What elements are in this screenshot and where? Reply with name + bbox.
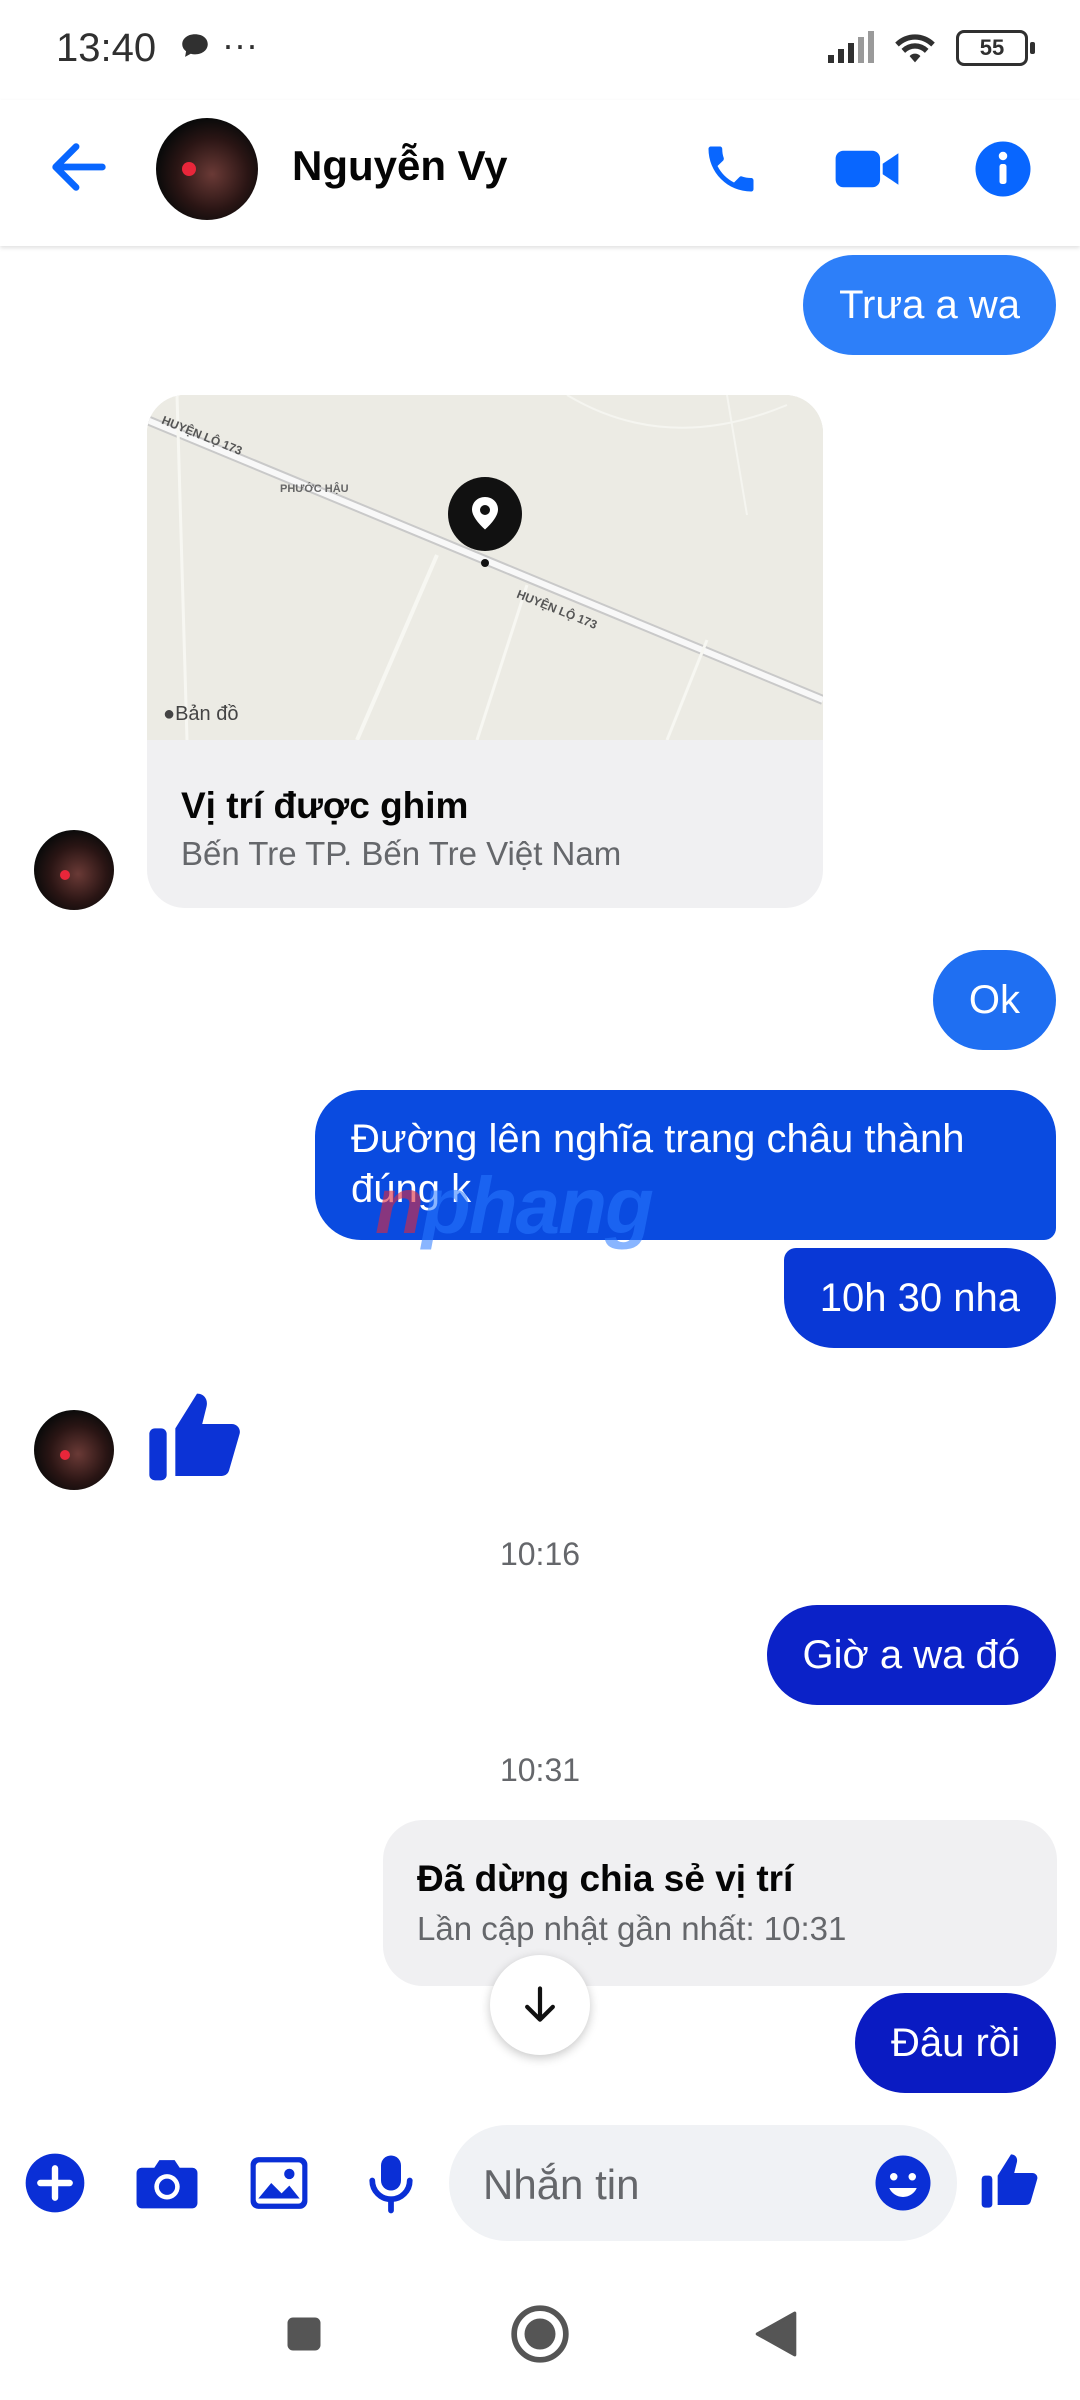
contact-name[interactable]: Nguyễn Vy [292, 142, 508, 190]
thumbs-up-send-icon[interactable] [976, 2146, 1046, 2216]
timestamp: 10:31 [499, 1752, 581, 1788]
back-arrow-icon[interactable] [44, 132, 114, 207]
message-bubble-sent[interactable]: Đâu rồi [855, 1993, 1056, 2093]
status-time: 13:40 [56, 26, 157, 70]
contact-avatar-small[interactable] [34, 1410, 114, 1490]
more-notifications-dots: ··· [222, 24, 258, 65]
thumbs-up-icon[interactable] [145, 1385, 249, 1494]
message-input-placeholder: Nhắn tin [483, 2161, 640, 2208]
map-preview[interactable]: HUYỆN LỘ 173 HUYỆN LỘ 173 PHƯỚC HẬU ●Bản… [147, 395, 823, 740]
apple-logo-icon: ● [163, 703, 176, 725]
message-bubble-sent[interactable]: Trưa a wa [803, 255, 1056, 355]
message-input[interactable]: Nhắn tin [449, 2125, 957, 2241]
wifi-icon [895, 34, 935, 63]
pinned-location-card[interactable]: HUYỆN LỘ 173 HUYỆN LỘ 173 PHƯỚC HẬU ●Bản… [147, 395, 823, 908]
watermark: nphang [375, 1161, 654, 1250]
message-bubble-sent[interactable]: Giờ a wa đó [766, 1605, 1056, 1705]
gallery-icon[interactable] [244, 2148, 314, 2218]
message-bubble-sent[interactable]: Ok [932, 950, 1056, 1050]
map-place-label: PHƯỚC HẬU [280, 483, 349, 495]
home-button[interactable] [500, 2294, 580, 2374]
timestamp: 10:16 [499, 1536, 581, 1572]
sharing-card-title: Đã dừng chia sẻ vị trí [417, 1858, 794, 1899]
status-icons: 55 [826, 30, 1035, 66]
location-pin-icon [445, 477, 525, 574]
phone-call-icon[interactable] [696, 134, 766, 204]
location-sharing-stopped-card[interactable]: Đã dừng chia sẻ vị trí Lần cập nhật gần … [383, 1820, 1057, 1986]
video-call-icon[interactable] [832, 134, 902, 204]
camera-icon[interactable] [132, 2148, 202, 2218]
battery-indicator: 55 [956, 30, 1035, 66]
back-button[interactable] [736, 2294, 816, 2374]
map-attribution: ●Bản đồ [163, 703, 239, 725]
sharing-card-subtitle: Lần cập nhật gần nhất: 10:31 [417, 1910, 847, 1947]
microphone-icon[interactable] [356, 2148, 426, 2218]
message-text-line: Đường lên nghĩa trang châu thành [351, 1117, 965, 1161]
info-icon[interactable] [968, 134, 1038, 204]
emoji-icon[interactable] [873, 2153, 933, 2218]
recent-apps-button[interactable] [264, 2294, 344, 2374]
map-card-subtitle: Bến Tre TP. Bến Tre Việt Nam [181, 835, 622, 872]
map-card-title: Vị trí được ghim [181, 785, 469, 826]
chat-bubble-notification-icon [178, 30, 212, 69]
contact-avatar-small[interactable] [34, 830, 114, 910]
message-bubble-sent[interactable]: 10h 30 nha [783, 1248, 1056, 1348]
plus-icon[interactable] [20, 2148, 90, 2218]
arrow-down-icon [525, 1986, 555, 2022]
signal-icon [828, 31, 874, 63]
contact-avatar[interactable] [156, 118, 258, 220]
scroll-to-bottom-button[interactable] [490, 1955, 590, 2055]
